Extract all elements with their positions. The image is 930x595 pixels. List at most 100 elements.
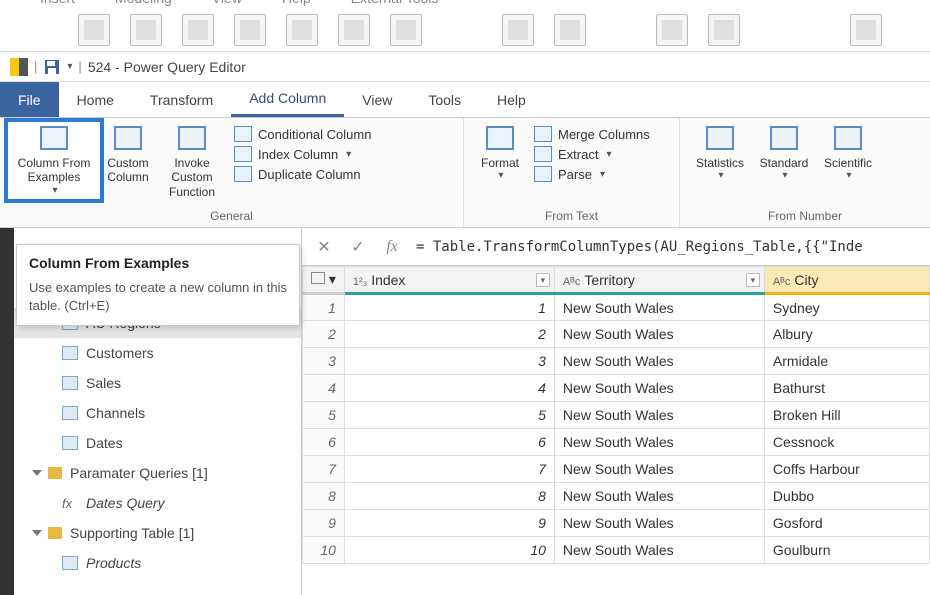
dropdown-icon[interactable]: ▾: [67, 61, 72, 72]
conditional-column-button[interactable]: Conditional Column: [234, 126, 371, 142]
table-row[interactable]: 11New South WalesSydney: [303, 294, 930, 321]
parse-button[interactable]: Parse▾: [534, 166, 650, 182]
table-row[interactable]: 66New South WalesCessnock: [303, 429, 930, 456]
duplicate-column-button[interactable]: Duplicate Column: [234, 166, 371, 182]
cell-city[interactable]: Albury: [764, 321, 929, 348]
tab-home[interactable]: Home: [59, 82, 132, 117]
table-row[interactable]: 99New South WalesGosford: [303, 510, 930, 537]
cell-city[interactable]: Gosford: [764, 510, 929, 537]
format-button[interactable]: Format▾: [472, 122, 528, 184]
query-folder-supporting[interactable]: Supporting Table [1]: [14, 518, 301, 548]
column-header-index[interactable]: 1²₃Index▾: [344, 267, 554, 294]
query-item-dates[interactable]: Dates: [14, 428, 301, 458]
tab-view[interactable]: View: [344, 82, 410, 117]
table-row[interactable]: 77New South WalesCoffs Harbour: [303, 456, 930, 483]
cell-index[interactable]: 3: [344, 348, 554, 375]
cell-city[interactable]: Broken Hill: [764, 402, 929, 429]
cell-index[interactable]: 1: [344, 294, 554, 321]
cell-index[interactable]: 8: [344, 483, 554, 510]
cell-territory[interactable]: New South Wales: [554, 510, 764, 537]
statistics-button[interactable]: Statistics▾: [688, 122, 752, 184]
cell-index[interactable]: 10: [344, 537, 554, 564]
tab-tools[interactable]: Tools: [410, 82, 479, 117]
cell-territory[interactable]: New South Wales: [554, 348, 764, 375]
cell-city[interactable]: Dubbo: [764, 483, 929, 510]
cell-index[interactable]: 6: [344, 429, 554, 456]
fx-icon[interactable]: fx: [382, 237, 402, 257]
parent-tool-icon[interactable]: [286, 14, 318, 46]
column-filter-icon[interactable]: ▾: [746, 273, 760, 287]
row-number[interactable]: 4: [303, 375, 345, 402]
row-number[interactable]: 10: [303, 537, 345, 564]
parent-tool-icon[interactable]: [656, 14, 688, 46]
column-header-city[interactable]: AᴮcCity: [764, 267, 929, 294]
row-number[interactable]: 3: [303, 348, 345, 375]
cell-territory[interactable]: New South Wales: [554, 537, 764, 564]
query-folder-parameter[interactable]: Paramater Queries [1]: [14, 458, 301, 488]
extract-button[interactable]: Extract▾: [534, 146, 650, 162]
column-header-territory[interactable]: AᴮcTerritory▾: [554, 267, 764, 294]
parent-tool-icon[interactable]: [182, 14, 214, 46]
accept-formula-button[interactable]: ✓: [348, 237, 368, 257]
tab-add-column[interactable]: Add Column: [231, 82, 344, 117]
cell-territory[interactable]: New South Wales: [554, 321, 764, 348]
table-row[interactable]: 88New South WalesDubbo: [303, 483, 930, 510]
parent-tool-icon[interactable]: [502, 14, 534, 46]
parent-tool-icon[interactable]: [708, 14, 740, 46]
row-number[interactable]: 2: [303, 321, 345, 348]
tab-help[interactable]: Help: [479, 82, 544, 117]
table-corner[interactable]: ▾: [303, 267, 345, 294]
merge-columns-button[interactable]: Merge Columns: [534, 126, 650, 142]
standard-button[interactable]: Standard▾: [752, 122, 816, 184]
parent-tool-icon[interactable]: [390, 14, 422, 46]
cell-index[interactable]: 2: [344, 321, 554, 348]
cell-index[interactable]: 7: [344, 456, 554, 483]
tab-transform[interactable]: Transform: [132, 82, 231, 117]
cell-city[interactable]: Goulburn: [764, 537, 929, 564]
cell-territory[interactable]: New South Wales: [554, 375, 764, 402]
cell-index[interactable]: 5: [344, 402, 554, 429]
cell-index[interactable]: 9: [344, 510, 554, 537]
data-grid[interactable]: ▾ 1²₃Index▾ AᴮcTerritory▾ AᴮcCity 11New …: [302, 266, 930, 595]
formula-text[interactable]: = Table.TransformColumnTypes(AU_Regions_…: [416, 239, 863, 255]
parent-tool-icon[interactable]: [130, 14, 162, 46]
query-item-sales[interactable]: Sales: [14, 368, 301, 398]
invoke-custom-function-button[interactable]: Invoke Custom Function: [156, 122, 228, 201]
save-icon[interactable]: [43, 58, 61, 76]
cell-territory[interactable]: New South Wales: [554, 294, 764, 321]
index-column-button[interactable]: Index Column▾: [234, 146, 371, 162]
query-item-products[interactable]: Products: [14, 548, 301, 578]
cell-city[interactable]: Coffs Harbour: [764, 456, 929, 483]
parent-tool-icon[interactable]: [234, 14, 266, 46]
cell-territory[interactable]: New South Wales: [554, 429, 764, 456]
custom-column-button[interactable]: Custom Column: [100, 122, 156, 187]
parent-tool-icon[interactable]: [338, 14, 370, 46]
table-row[interactable]: 33New South WalesArmidale: [303, 348, 930, 375]
row-number[interactable]: 8: [303, 483, 345, 510]
row-number[interactable]: 9: [303, 510, 345, 537]
cell-territory[interactable]: New South Wales: [554, 483, 764, 510]
table-row[interactable]: 55New South WalesBroken Hill: [303, 402, 930, 429]
cancel-formula-button[interactable]: ✕: [314, 237, 334, 257]
row-number[interactable]: 6: [303, 429, 345, 456]
query-item-dates-query[interactable]: fxDates Query: [14, 488, 301, 518]
column-filter-icon[interactable]: ▾: [536, 273, 550, 287]
cell-city[interactable]: Cessnock: [764, 429, 929, 456]
cell-city[interactable]: Sydney: [764, 294, 929, 321]
tab-file[interactable]: File: [0, 82, 59, 117]
cell-index[interactable]: 4: [344, 375, 554, 402]
row-number[interactable]: 5: [303, 402, 345, 429]
cell-city[interactable]: Bathurst: [764, 375, 929, 402]
parent-tool-icon[interactable]: [78, 14, 110, 46]
row-number[interactable]: 7: [303, 456, 345, 483]
query-item-channels[interactable]: Channels: [14, 398, 301, 428]
scientific-button[interactable]: Scientific▾: [816, 122, 880, 184]
parent-tool-icon[interactable]: [554, 14, 586, 46]
table-row[interactable]: 22New South WalesAlbury: [303, 321, 930, 348]
cell-city[interactable]: Armidale: [764, 348, 929, 375]
query-item-customers[interactable]: Customers: [14, 338, 301, 368]
parent-tool-icon[interactable]: [850, 14, 882, 46]
column-from-examples-button[interactable]: Column From Examples▾: [8, 122, 100, 199]
cell-territory[interactable]: New South Wales: [554, 402, 764, 429]
cell-territory[interactable]: New South Wales: [554, 456, 764, 483]
